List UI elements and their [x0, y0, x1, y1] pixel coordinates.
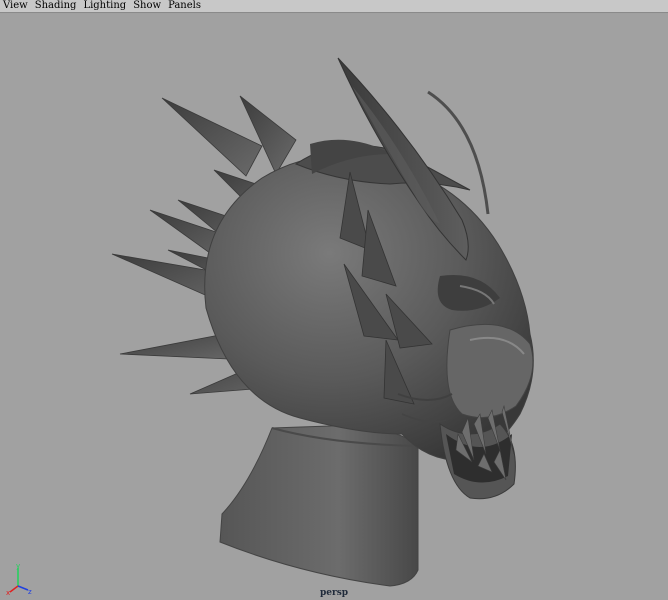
creature-head-model[interactable]	[0, 14, 668, 600]
menu-lighting[interactable]: Lighting	[80, 0, 130, 12]
menu-shading[interactable]: Shading	[32, 0, 81, 12]
menu-view[interactable]: View	[0, 0, 32, 12]
neck-shape	[219, 424, 419, 587]
perspective-viewport[interactable]: y x z persp	[0, 14, 668, 600]
camera-name-label: persp	[319, 588, 349, 598]
panel-menubar: View Shading Lighting Show Panels	[0, 0, 668, 13]
axis-y-label: y	[16, 562, 20, 570]
menu-panels[interactable]: Panels	[165, 0, 205, 12]
menu-show[interactable]: Show	[130, 0, 165, 12]
